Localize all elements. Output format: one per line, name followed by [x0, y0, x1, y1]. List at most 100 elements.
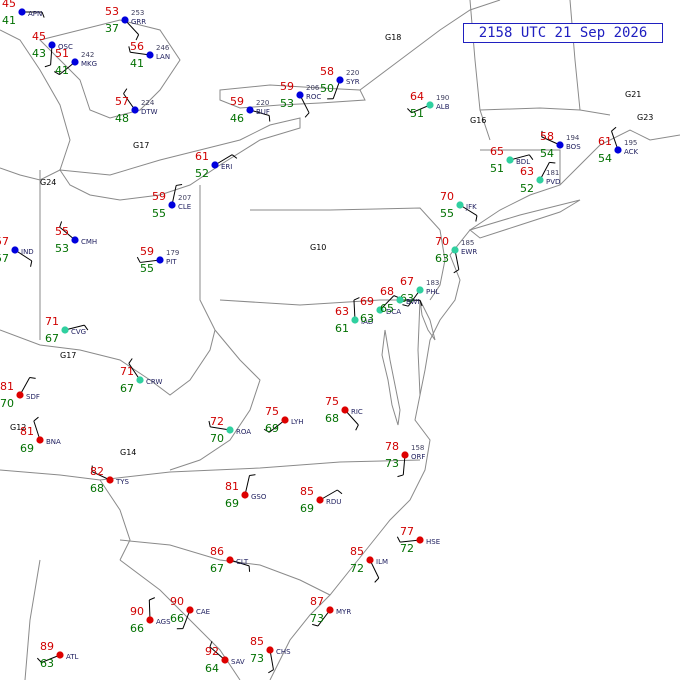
- dewpoint-label: 37: [105, 22, 119, 35]
- station-id-label: CLE: [178, 203, 191, 211]
- wind-barb-flag: [549, 161, 556, 164]
- temperature-label: 51: [55, 47, 69, 60]
- wind-barb-flag: [337, 489, 343, 495]
- station-id-label: BNA: [46, 438, 61, 446]
- station-dot: [241, 491, 249, 499]
- temperature-label: 75: [325, 395, 339, 408]
- dewpoint-label: 53: [280, 97, 294, 110]
- station-id-label: LYH: [291, 418, 304, 426]
- station-dot: [451, 246, 459, 254]
- dewpoint-label: 72: [350, 562, 364, 575]
- state-line-nh-me: [569, 0, 581, 111]
- state-line-nc-sc: [119, 539, 331, 596]
- dewpoint-label: 67: [210, 562, 224, 575]
- temperature-label: 92: [205, 645, 219, 658]
- station-dot: [506, 156, 514, 164]
- station-syr: 58 50 SYR220: [320, 65, 360, 95]
- station-dot: [296, 91, 304, 99]
- dewpoint-label: 73: [310, 612, 324, 625]
- station-crw: 71 67 CRW: [120, 365, 162, 395]
- gust-label-g10: G10: [310, 243, 326, 252]
- station-sav: 92 64 SAV: [205, 645, 245, 675]
- station-dot: [146, 51, 154, 59]
- station-dot: [396, 296, 404, 304]
- station-id-label: BOS: [566, 143, 581, 151]
- station-id-label: GSO: [251, 493, 267, 501]
- station-dot: [168, 201, 176, 209]
- dewpoint-label: 57: [0, 252, 9, 265]
- dewpoint-label: 69: [265, 422, 279, 435]
- station-id-label: RIC: [351, 408, 363, 416]
- pressure-label: 158: [411, 444, 424, 452]
- state-line-ma: [479, 107, 611, 116]
- gust-label-g16: G16: [470, 116, 486, 125]
- station-apn: 45 41 APN: [2, 0, 42, 27]
- gust-label-g24: G24: [40, 178, 56, 187]
- station-dot: [326, 606, 334, 614]
- dewpoint-label: 63: [360, 312, 374, 325]
- dewpoint-label: 55: [440, 207, 454, 220]
- station-ilm: 85 72 ILM: [350, 545, 388, 575]
- station-atl: 89 63 ATL: [40, 640, 79, 670]
- station-dot: [351, 316, 359, 324]
- dewpoint-label: 66: [130, 622, 144, 635]
- station-dot: [226, 556, 234, 564]
- station-dot: [131, 106, 139, 114]
- dewpoint-label: 51: [490, 162, 504, 175]
- st-lawrence: [359, 0, 501, 91]
- station-dot: [426, 101, 434, 109]
- temperature-label: 59: [280, 80, 294, 93]
- temperature-label: 53: [105, 5, 119, 18]
- station-dot: [221, 656, 229, 664]
- station-id-label: ALB: [436, 103, 450, 111]
- station-id-label: MKG: [81, 60, 97, 68]
- wind-barbs: [14, 11, 619, 674]
- temperature-label: 55: [55, 225, 69, 238]
- dewpoint-label: 53: [55, 242, 69, 255]
- temperature-label: 45: [2, 0, 16, 10]
- station-alb: 64 51 ALB190: [410, 90, 450, 120]
- temperature-label: 82: [90, 465, 104, 478]
- station-jfk: 70 55 JFK: [440, 190, 477, 220]
- dewpoint-label: 41: [55, 64, 69, 77]
- dewpoint-label: 64: [205, 662, 219, 675]
- station-rdu: 85 69 RDU: [300, 485, 341, 515]
- station-dot: [61, 326, 69, 334]
- station-bos: 58 54 BOS194: [540, 130, 581, 160]
- station-dot: [266, 646, 274, 654]
- dewpoint-label: 52: [195, 167, 209, 180]
- dewpoint-label: 43: [32, 47, 46, 60]
- pressure-label: 190: [436, 94, 449, 102]
- station-dot: [336, 76, 344, 84]
- station-buf: 59 46 BUF220: [230, 95, 270, 125]
- dewpoint-label: 67: [120, 382, 134, 395]
- temperature-label: 85: [250, 635, 264, 648]
- station-dot: [18, 8, 26, 16]
- station-id-label: ORF: [411, 453, 425, 461]
- station-id-label: BWI: [406, 298, 420, 306]
- dewpoint-label: 55: [152, 207, 166, 220]
- wind-barb-flag: [475, 215, 478, 222]
- state-line-ga-al: [24, 559, 41, 680]
- station-dot: [156, 256, 164, 264]
- dewpoint-label: 50: [320, 82, 334, 95]
- station-id-label: GRR: [131, 18, 146, 26]
- dewpoint-label: 61: [335, 322, 349, 335]
- dewpoint-label: 73: [250, 652, 264, 665]
- temperature-label: 81: [20, 425, 34, 438]
- gust-label-g21: G21: [625, 90, 641, 99]
- wind-barb-flag: [44, 64, 51, 68]
- wind-barb-flag: [29, 377, 36, 379]
- state-line-ky-tn: [0, 469, 101, 481]
- gust-label-g18: G18: [385, 33, 401, 42]
- dewpoint-label: 68: [325, 412, 339, 425]
- station-id-label: RDU: [326, 498, 341, 506]
- station-ric: 75 68 RIC: [325, 395, 363, 425]
- station-id-label: ILM: [376, 558, 388, 566]
- temperature-label: 63: [335, 305, 349, 318]
- wind-barb-flag: [374, 577, 380, 583]
- dewpoint-label: 54: [540, 147, 554, 160]
- pressure-label: 183: [426, 279, 439, 287]
- wind-barb-flag: [176, 183, 183, 186]
- temperature-label: 71: [120, 365, 134, 378]
